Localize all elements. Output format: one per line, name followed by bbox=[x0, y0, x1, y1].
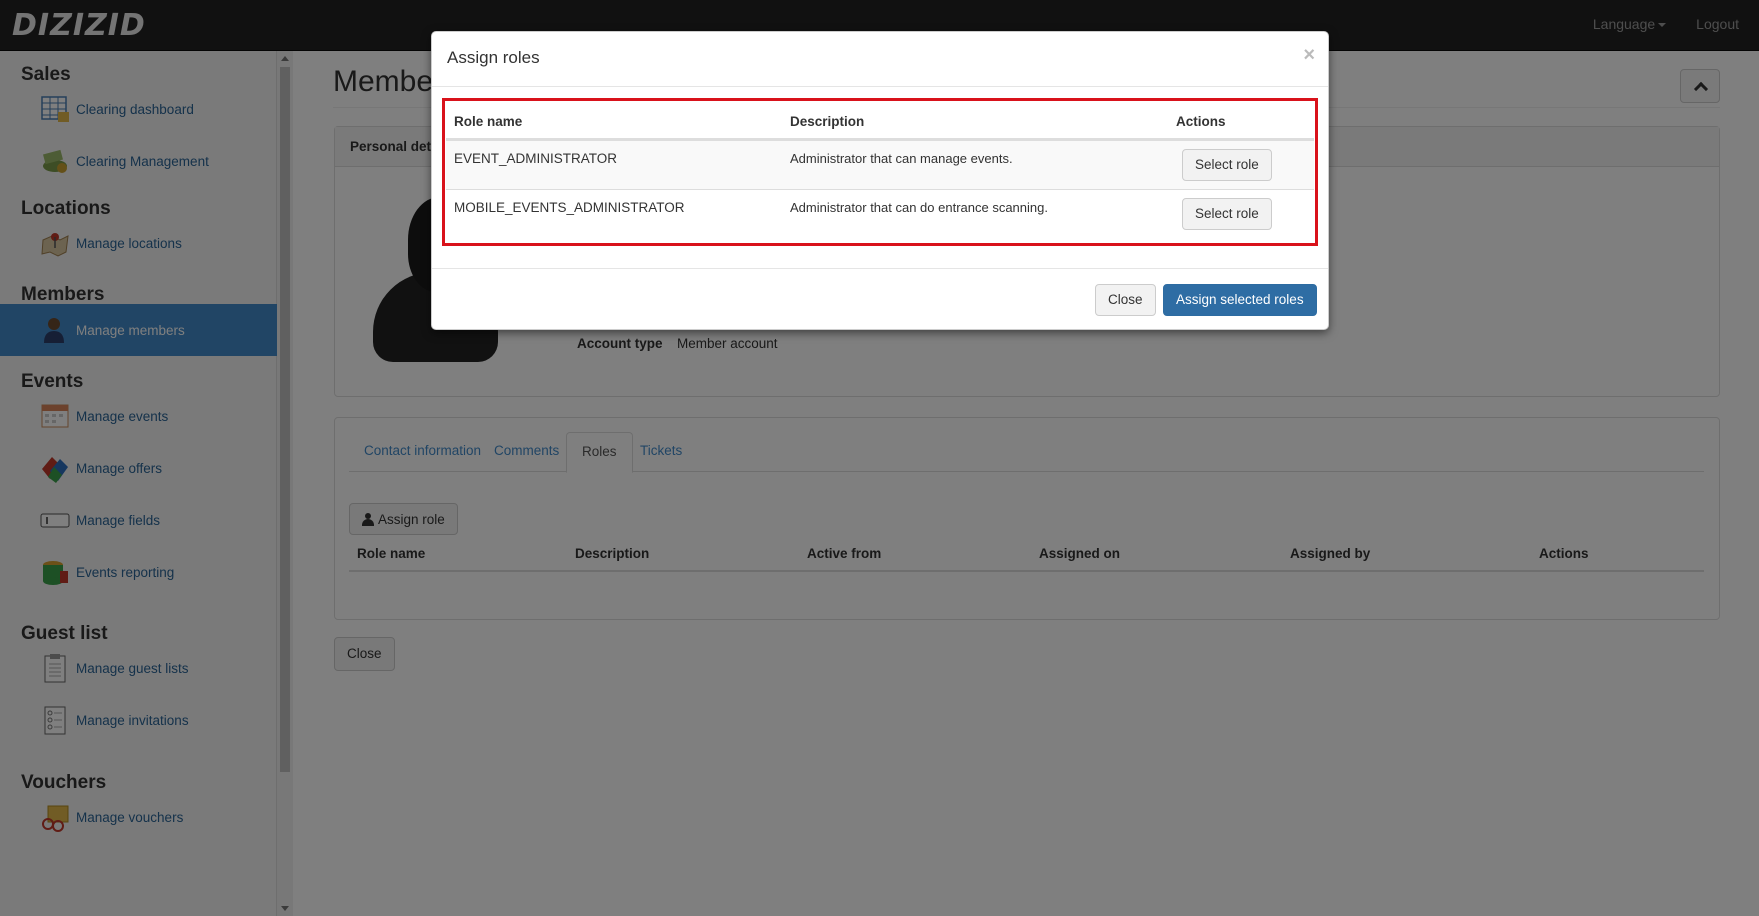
description-cell: Administrator that can do entrance scann… bbox=[790, 200, 1048, 215]
table-row: MOBILE_EVENTS_ADMINISTRATOR Administrato… bbox=[446, 189, 1314, 238]
col-actions: Actions bbox=[1176, 114, 1226, 129]
role-name-cell: MOBILE_EVENTS_ADMINISTRATOR bbox=[454, 200, 685, 215]
col-role-name: Role name bbox=[454, 114, 523, 129]
col-description: Description bbox=[790, 114, 865, 129]
close-icon[interactable]: × bbox=[1303, 44, 1315, 67]
modal-close-button[interactable]: Close bbox=[1095, 284, 1156, 316]
modal-header: Assign roles × bbox=[432, 32, 1328, 87]
description-cell: Administrator that can manage events. bbox=[790, 151, 1013, 166]
table-header-row: Role name Description Actions bbox=[446, 102, 1314, 140]
select-role-button[interactable]: Select role bbox=[1182, 149, 1272, 181]
role-name-cell: EVENT_ADMINISTRATOR bbox=[454, 151, 618, 166]
modal-footer: Close Assign selected roles bbox=[432, 268, 1328, 330]
roles-table: Role name Description Actions EVENT_ADMI… bbox=[446, 102, 1314, 238]
assign-roles-modal: Assign roles × Role name Description Act… bbox=[431, 31, 1329, 330]
assign-selected-roles-button[interactable]: Assign selected roles bbox=[1163, 284, 1317, 316]
table-row: EVENT_ADMINISTRATOR Administrator that c… bbox=[446, 140, 1314, 189]
select-role-button[interactable]: Select role bbox=[1182, 198, 1272, 230]
modal-title: Assign roles bbox=[447, 48, 540, 67]
